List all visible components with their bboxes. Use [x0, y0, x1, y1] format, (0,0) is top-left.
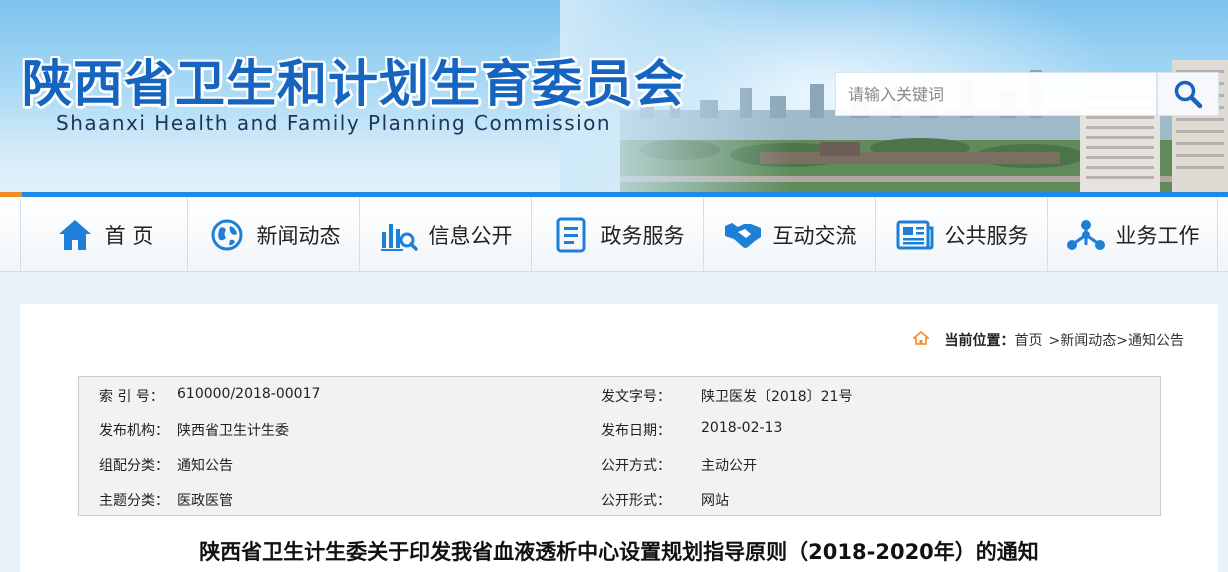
search-input[interactable] — [836, 73, 1156, 115]
breadcrumb-home-icon — [911, 330, 930, 349]
meta-value-date: 2018-02-13 — [701, 420, 783, 436]
nav-item-label: 公共服务 — [944, 223, 1029, 248]
breadcrumb: 当前位置： 首页 >新闻动态 >通知公告 — [911, 330, 1184, 350]
meta-value-topic: 医政医管 — [177, 493, 233, 509]
nav-item-label: 政务服务 — [600, 223, 685, 248]
nav-item-label: 业务工作 — [1115, 223, 1200, 248]
meta-label-docno: 发文字号： — [601, 389, 671, 405]
nav-item-services[interactable]: 政务服务 — [532, 197, 704, 272]
nav-item-label: 互动交流 — [772, 223, 857, 248]
handshake-icon — [723, 215, 763, 255]
meta-row: 主题分类： 医政医管 公开形式： 网站 — [79, 481, 1160, 515]
news-icon — [895, 215, 935, 255]
main-nav: 首 页 新闻动态 信息公开 政务服务 互动交流 公共服务 业务工作 — [0, 197, 1228, 272]
nav-item-interaction[interactable]: 互动交流 — [704, 197, 876, 272]
header-banner: 陕西省卫生和计划生育委员会 Shaanxi Health and Family … — [0, 0, 1228, 192]
meta-row: 组配分类： 通知公告 公开方式： 主动公开 — [79, 446, 1160, 480]
nav-item-news[interactable]: 新闻动态 — [188, 197, 360, 272]
meta-value-publisher: 陕西省卫生计生委 — [177, 423, 289, 439]
document-meta-box: 索 引 号： 610000/2018-00017 发文字号： 陕卫医发〔2018… — [78, 376, 1161, 516]
meta-value-index: 610000/2018-00017 — [177, 386, 321, 402]
meta-value-docno: 陕卫医发〔2018〕21号 — [701, 389, 853, 405]
nav-item-label: 首 页 — [104, 223, 154, 248]
search-button[interactable] — [1157, 72, 1219, 116]
network-icon — [1066, 215, 1106, 255]
nav-item-home[interactable]: 首 页 — [20, 197, 188, 272]
site-subtitle: Shaanxi Health and Family Planning Commi… — [56, 111, 612, 135]
nav-item-label: 信息公开 — [428, 223, 513, 248]
meta-row: 索 引 号： 610000/2018-00017 发文字号： 陕卫医发〔2018… — [79, 377, 1160, 411]
meta-label-category: 组配分类： — [99, 458, 169, 474]
breadcrumb-prefix: 当前位置： — [944, 333, 1015, 349]
meta-label-publisher: 发布机构： — [99, 423, 169, 439]
globe-icon — [207, 215, 247, 255]
breadcrumb-link-notices[interactable]: >通知公告 — [1116, 330, 1184, 350]
meta-label-index: 索 引 号： — [99, 389, 164, 405]
chart-search-icon — [379, 215, 419, 255]
search-box — [835, 72, 1157, 116]
meta-label-disclosure-form: 公开形式： — [601, 493, 671, 509]
breadcrumb-link-news[interactable]: >新闻动态 — [1049, 330, 1117, 350]
nav-item-label: 新闻动态 — [256, 223, 341, 248]
breadcrumb-link-home[interactable]: 首页 — [1015, 330, 1043, 350]
meta-value-disclosure-method: 主动公开 — [701, 458, 757, 474]
meta-label-disclosure-method: 公开方式： — [601, 458, 671, 474]
meta-value-category: 通知公告 — [177, 458, 233, 474]
site-title: 陕西省卫生和计划生育委员会 — [22, 55, 685, 113]
article-title: 陕西省卫生计生委关于印发我省血液透析中心设置规划指导原则（2018-2020年）… — [199, 540, 1039, 564]
content-panel: 当前位置： 首页 >新闻动态 >通知公告 索 引 号： 610000/2018-… — [20, 304, 1218, 572]
nav-item-public[interactable]: 公共服务 — [876, 197, 1048, 272]
search-icon — [1174, 80, 1203, 109]
meta-label-date: 发布日期： — [601, 423, 671, 439]
home-icon — [55, 215, 95, 255]
nav-item-info[interactable]: 信息公开 — [360, 197, 532, 272]
nav-item-work[interactable]: 业务工作 — [1048, 197, 1218, 272]
meta-row: 发布机构： 陕西省卫生计生委 发布日期： 2018-02-13 — [79, 411, 1160, 445]
document-icon — [551, 215, 591, 255]
meta-label-topic: 主题分类： — [99, 493, 169, 509]
meta-value-disclosure-form: 网站 — [701, 493, 729, 509]
